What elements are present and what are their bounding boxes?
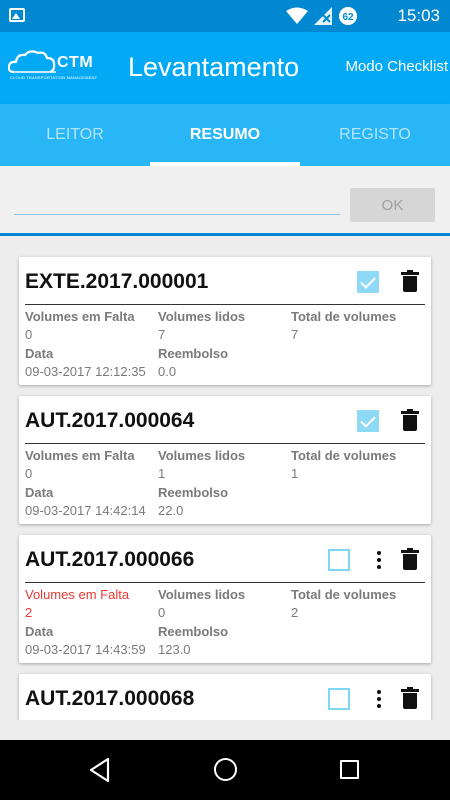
missing-volumes-label: Volumes em Falta <box>25 309 135 324</box>
code-entry-row: OK <box>0 166 450 236</box>
signal-icon <box>314 7 332 25</box>
delete-icon[interactable] <box>401 687 419 711</box>
item-divider <box>25 304 425 305</box>
missing-volumes-label: Volumes em Falta <box>25 587 130 602</box>
checklist-mode-button[interactable]: Modo Checklist <box>345 58 448 75</box>
date-label: Data <box>25 346 54 361</box>
date-label: Data <box>25 485 54 500</box>
refund-value: 123.0 <box>158 642 191 657</box>
missing-volumes-value: 0 <box>25 327 33 342</box>
missing-volumes-value: 2 <box>25 605 33 620</box>
logo-text: CTM <box>57 54 94 71</box>
cloud-logo-icon <box>8 50 56 74</box>
total-volumes-value: 1 <box>291 466 299 481</box>
read-volumes-label: Volumes lidos <box>158 587 246 602</box>
delete-icon[interactable] <box>401 409 419 433</box>
refund-label: Reembolso <box>158 346 229 361</box>
total-volumes-value: 2 <box>291 605 299 620</box>
read-volumes-value: 7 <box>158 327 166 342</box>
code-input[interactable] <box>14 189 340 215</box>
back-icon[interactable] <box>88 757 112 783</box>
tab-registo[interactable]: REGISTO <box>300 104 450 166</box>
list-item[interactable]: AUT.2017.000068 <box>19 674 431 720</box>
status-bar: 62 15:03 <box>0 0 450 32</box>
tab-resumo[interactable]: RESUMO <box>150 104 300 166</box>
page-title: Levantamento <box>128 52 300 82</box>
ctm-logo[interactable]: CTM CLOUD TRANSPORTATION MANAGEMENT <box>8 50 100 90</box>
tab-bar: LEITOR RESUMO REGISTO <box>0 104 450 166</box>
item-divider <box>25 443 425 444</box>
missing-volumes-value: 0 <box>25 466 33 481</box>
read-volumes-label: Volumes lidos <box>158 448 246 463</box>
image-notification-icon <box>9 8 25 22</box>
refund-label: Reembolso <box>158 624 229 639</box>
read-volumes-value: 1 <box>158 466 166 481</box>
read-volumes-value: 0 <box>158 605 166 620</box>
date-label: Data <box>25 624 54 639</box>
battery-icon: 62 <box>339 7 357 25</box>
delete-icon[interactable] <box>401 548 419 572</box>
list-item[interactable]: AUT.2017.000064 Volumes em Falta 0 Volum… <box>19 396 431 524</box>
refund-value: 0.0 <box>158 364 177 379</box>
logo-subtitle: CLOUD TRANSPORTATION MANAGEMENT <box>10 75 98 80</box>
refund-label: Reembolso <box>158 485 229 500</box>
item-code: EXTE.2017.000001 <box>25 270 209 293</box>
svg-text:62: 62 <box>342 12 354 23</box>
list-item[interactable]: EXTE.2017.000001 Volumes em Falta 0 Volu… <box>19 257 431 385</box>
total-volumes-label: Total de volumes <box>291 309 397 324</box>
summary-list: EXTE.2017.000001 Volumes em Falta 0 Volu… <box>0 239 450 720</box>
item-divider <box>25 582 425 583</box>
tab-leitor[interactable]: LEITOR <box>0 104 150 166</box>
date-value: 09-03-2017 14:42:14 <box>25 503 146 518</box>
date-value: 09-03-2017 14:43:59 <box>25 642 146 657</box>
system-nav-bar <box>0 740 450 800</box>
more-options-icon[interactable] <box>376 690 382 712</box>
more-options-icon[interactable] <box>376 551 382 573</box>
item-checkbox[interactable] <box>357 271 379 293</box>
read-volumes-label: Volumes lidos <box>158 309 246 324</box>
app-bar: CTM CLOUD TRANSPORTATION MANAGEMENT Leva… <box>0 32 450 104</box>
missing-volumes-label: Volumes em Falta <box>25 448 135 463</box>
total-volumes-label: Total de volumes <box>291 448 397 463</box>
recent-apps-icon[interactable] <box>340 760 359 779</box>
item-checkbox[interactable] <box>328 549 350 571</box>
clock: 15:03 <box>397 6 440 25</box>
status-icons: 62 <box>286 6 358 26</box>
item-checkbox[interactable] <box>357 410 379 432</box>
item-code: AUT.2017.000068 <box>25 687 195 710</box>
delete-icon[interactable] <box>401 270 419 294</box>
total-volumes-value: 7 <box>291 327 299 342</box>
item-code: AUT.2017.000064 <box>25 409 195 432</box>
ok-button[interactable]: OK <box>350 188 435 222</box>
item-checkbox[interactable] <box>328 688 350 710</box>
home-icon[interactable] <box>214 758 237 781</box>
list-item[interactable]: AUT.2017.000066 Volumes em Falta 2 Volum… <box>19 535 431 663</box>
refund-value: 22.0 <box>158 503 184 518</box>
item-code: AUT.2017.000066 <box>25 548 195 571</box>
total-volumes-label: Total de volumes <box>291 587 397 602</box>
date-value: 09-03-2017 12:12:35 <box>25 364 146 379</box>
wifi-icon <box>286 7 308 24</box>
